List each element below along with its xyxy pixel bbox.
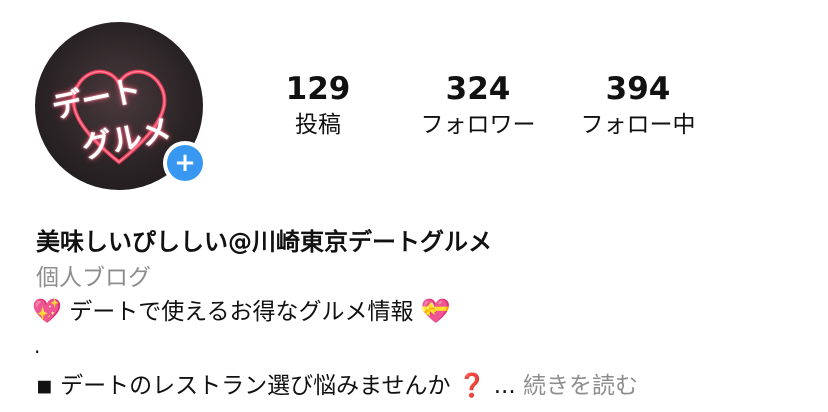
followers-label: フォロワー	[420, 112, 536, 138]
followers-count: 324	[445, 71, 511, 107]
posts-count: 129	[285, 71, 351, 107]
sparkling-heart-icon: 💖	[32, 297, 62, 325]
following-count: 394	[605, 71, 671, 107]
read-more-link[interactable]: 続きを読む	[523, 373, 638, 399]
bio-line-3: ◾ デートのレストラン選び悩みませんか ❓ ... 続きを読む	[36, 366, 638, 400]
following-label: フォロー中	[580, 112, 696, 138]
bio-line-3-text: デートのレストラン選び悩みませんか	[60, 373, 451, 399]
add-story-button[interactable]: +	[163, 141, 207, 185]
bio-line-1-text: デートで使えるお得なグルメ情報	[69, 299, 414, 325]
profile-category: 個人ブログ	[36, 265, 151, 291]
following-stat[interactable]: 394 フォロー中	[570, 70, 706, 140]
question-mark-icon: ❓	[457, 373, 487, 399]
black-square-bullet-icon: ◾	[36, 373, 53, 399]
profile-name: 美味しいぴししい@川崎東京デートグルメ	[36, 228, 492, 256]
bio-line-2: .	[34, 334, 41, 358]
plus-icon: +	[167, 145, 203, 181]
bio-ellipsis: ...	[493, 373, 516, 399]
posts-stat[interactable]: 129 投稿	[278, 70, 358, 140]
heart-with-ribbon-icon: 💝	[420, 297, 451, 325]
bio-line-1: 💖 デートで使えるお得なグルメ情報 💝	[32, 292, 451, 326]
followers-stat[interactable]: 324 フォロワー	[408, 70, 548, 140]
posts-label: 投稿	[295, 112, 341, 138]
